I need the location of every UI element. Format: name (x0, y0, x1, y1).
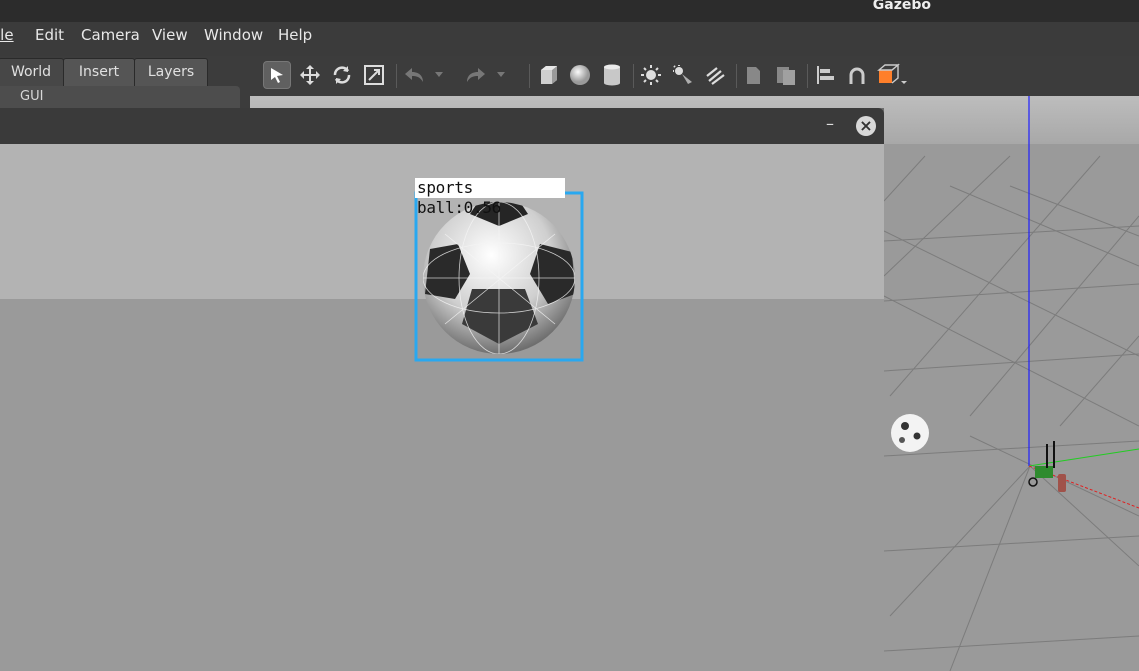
tree-item-gui[interactable]: GUI (0, 86, 240, 110)
spot-light-icon[interactable] (669, 61, 697, 89)
close-button[interactable]: × (856, 116, 876, 136)
window-title-bar: Gazebo (0, 0, 1139, 22)
detection-label: sports ball:0.56 (415, 178, 565, 217)
minimize-button[interactable]: – (826, 114, 834, 133)
view-angle-icon[interactable] (875, 61, 911, 89)
rotate-mode-icon[interactable] (328, 61, 356, 89)
redo-dropdown-icon[interactable] (494, 61, 508, 89)
camera-image (0, 144, 884, 671)
snap-icon[interactable] (843, 61, 871, 89)
tree-item-label: GUI (20, 89, 44, 104)
soccer-ball-image (423, 202, 575, 354)
toolbar (250, 56, 1139, 96)
window-title: Gazebo (872, 0, 931, 13)
sphere-icon[interactable] (566, 61, 594, 89)
select-mode-icon[interactable] (263, 61, 291, 89)
box-icon[interactable] (534, 61, 562, 89)
cylinder-icon[interactable] (598, 61, 626, 89)
menu-bar: ile Edit Camera View Window Help (0, 22, 1139, 56)
translate-mode-icon[interactable] (296, 61, 324, 89)
menu-help[interactable]: Help (278, 26, 312, 44)
menu-window[interactable]: Window (204, 26, 263, 44)
menu-edit[interactable]: Edit (35, 26, 64, 44)
tab-layers[interactable]: Layers (134, 58, 208, 86)
directional-light-icon[interactable] (701, 61, 729, 89)
image-viewer-title-bar: – × (0, 108, 884, 144)
scale-mode-icon[interactable] (360, 61, 388, 89)
copy-icon[interactable] (740, 61, 768, 89)
paste-icon[interactable] (772, 61, 800, 89)
undo-icon[interactable] (400, 61, 428, 89)
redo-icon[interactable] (462, 61, 490, 89)
undo-dropdown-icon[interactable] (432, 61, 446, 89)
point-light-icon[interactable] (637, 61, 665, 89)
ball-model[interactable] (891, 414, 929, 452)
menu-file[interactable]: ile (0, 26, 14, 44)
tab-world[interactable]: World (0, 58, 64, 86)
menu-view[interactable]: View (152, 26, 188, 44)
align-icon[interactable] (811, 61, 839, 89)
tab-insert[interactable]: Insert (63, 58, 135, 86)
menu-camera[interactable]: Camera (81, 26, 140, 44)
